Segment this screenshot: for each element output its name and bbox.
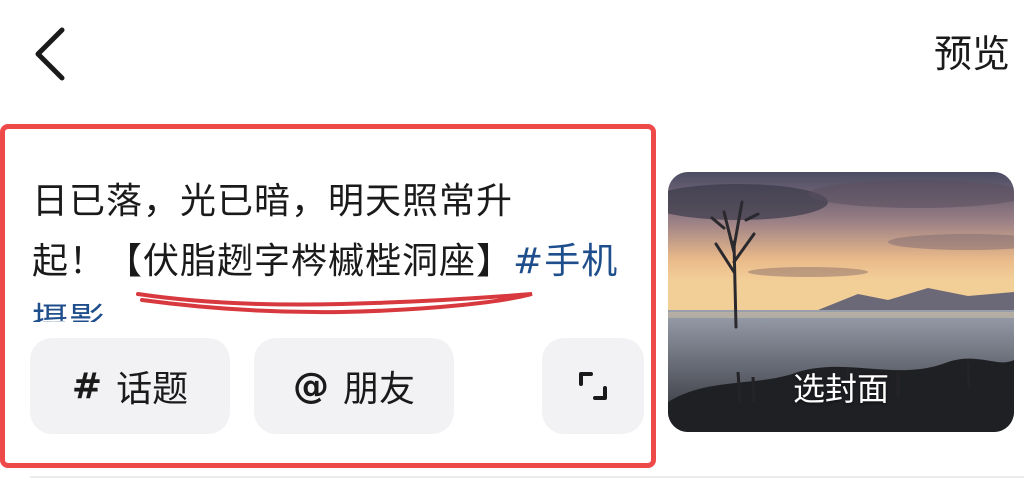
caption-text-field[interactable]: 日已落，光已暗，明天照常升 起！【伏脂趔字梣槭梐洞座】#手机摄影: [32, 172, 652, 322]
caption-prefix: 起！: [32, 241, 107, 282]
at-icon: @: [292, 365, 329, 407]
topic-button[interactable]: # 话题: [30, 338, 230, 434]
caption-line-2: 起！【伏脂趔字梣槭梐洞座】#手机摄影: [32, 232, 652, 322]
divider: [30, 476, 1024, 478]
caption-line-1: 日已落，光已暗，明天照常升: [32, 181, 514, 222]
topic-label: 话题: [116, 369, 189, 410]
expand-editor-button[interactable]: [542, 338, 644, 434]
preview-button[interactable]: 预览: [934, 30, 1010, 78]
expand-corners-icon: [579, 372, 607, 400]
caption-bracket-text: 【伏脂趔字梣槭梐洞座】: [106, 241, 514, 282]
mention-friend-button[interactable]: @ 朋友: [254, 338, 454, 434]
choose-cover-label: 选封面: [792, 370, 889, 408]
friend-label: 朋友: [342, 369, 415, 410]
back-button[interactable]: [22, 22, 78, 86]
chevron-left-icon: [35, 27, 65, 81]
hash-icon: #: [71, 365, 103, 407]
cover-thumbnail[interactable]: 选封面: [668, 172, 1014, 432]
